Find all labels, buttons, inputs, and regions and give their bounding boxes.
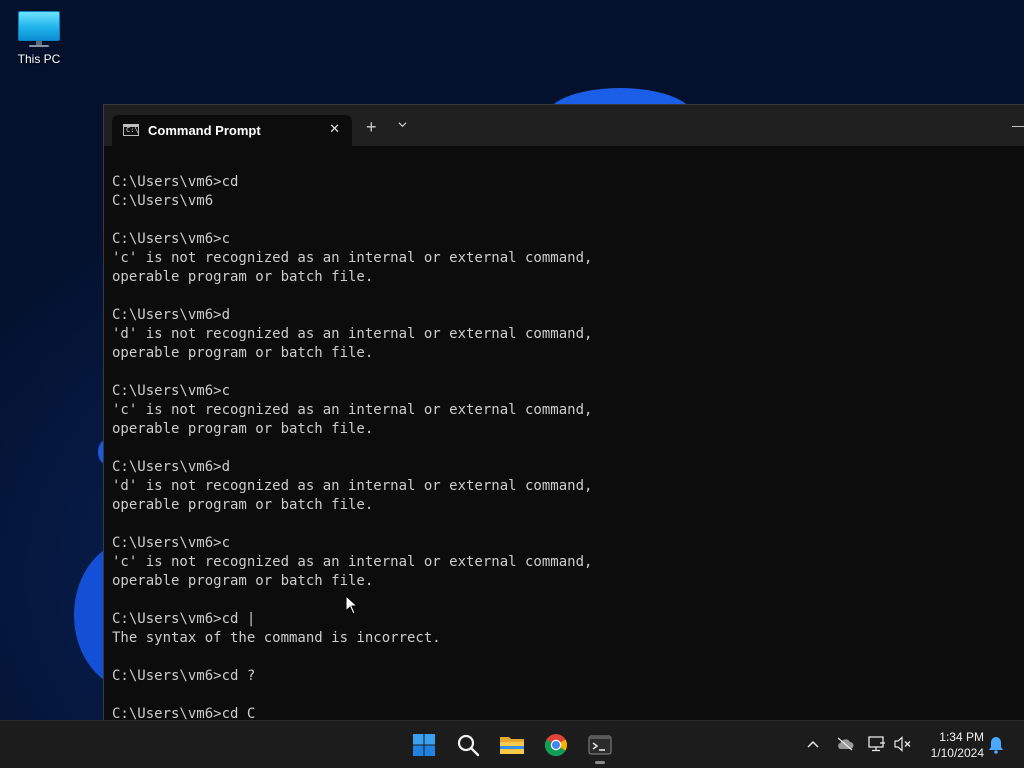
console-line: operable program or batch file. — [112, 421, 374, 437]
console-line: C:\Users\vm6>c — [112, 231, 231, 247]
console-line: The syntax of the command is incorrect. — [112, 630, 441, 646]
console-line: C:\Users\vm6>cd — [112, 174, 239, 190]
console-line: operable program or batch file. — [112, 269, 374, 285]
search-icon — [457, 734, 480, 757]
console-line: C:\Users\vm6>cd C — [112, 706, 256, 720]
network-icon[interactable] — [868, 736, 886, 752]
tab-command-prompt[interactable]: C:\ Command Prompt ✕ — [112, 115, 352, 146]
console-line: operable program or batch file. — [112, 573, 374, 589]
chrome-icon — [544, 734, 567, 757]
title-bar[interactable]: C:\ Command Prompt ✕ + — — [104, 105, 1024, 146]
clock[interactable]: 1:34 PM 1/10/2024 — [918, 729, 984, 761]
terminal-button[interactable] — [584, 729, 616, 761]
desktop-icon-label: This PC — [17, 52, 61, 66]
file-explorer-button[interactable] — [496, 729, 528, 761]
console-line: 'c' is not recognized as an internal or … — [112, 554, 593, 570]
console-line: C:\Users\vm6>c — [112, 383, 231, 399]
terminal-window: C:\ Command Prompt ✕ + — C:\Users\vm6>cd… — [103, 104, 1024, 720]
console-line: C:\Users\vm6>c — [112, 535, 231, 551]
close-tab-button[interactable]: ✕ — [329, 121, 340, 137]
console-line: 'c' is not recognized as an internal or … — [112, 250, 593, 266]
console-line: 'd' is not recognized as an internal or … — [112, 478, 593, 494]
new-tab-button[interactable]: + — [366, 118, 377, 136]
chrome-button[interactable] — [540, 729, 572, 761]
console-output[interactable]: C:\Users\vm6>cd C:\Users\vm6 C:\Users\vm6… — [112, 173, 1024, 720]
console-line: C:\Users\vm6>cd | — [112, 611, 256, 627]
clock-date: 1/10/2024 — [930, 746, 984, 760]
terminal-icon — [588, 735, 612, 755]
console-line: C:\Users\vm6 — [112, 193, 214, 209]
volume-muted-icon[interactable] — [894, 736, 912, 752]
clock-time: 1:34 PM — [939, 730, 984, 744]
active-app-indicator — [595, 761, 605, 764]
console-line: C:\Users\vm6>d — [112, 459, 231, 475]
console-line: C:\Users\vm6>d — [112, 307, 231, 323]
start-icon — [413, 734, 435, 756]
onedrive-icon[interactable] — [836, 737, 854, 751]
desktop-icon-this-pc[interactable]: This PC — [10, 8, 68, 66]
tab-title: Command Prompt — [148, 123, 261, 138]
notification-bell-icon[interactable] — [988, 736, 1004, 754]
cmd-icon: C:\ — [123, 124, 139, 136]
file-explorer-icon — [500, 737, 524, 754]
chevron-down-icon[interactable] — [398, 120, 407, 129]
search-button[interactable] — [452, 729, 484, 761]
console-line: 'c' is not recognized as an internal or … — [112, 402, 593, 418]
console-line: C:\Users\vm6>cd ? — [112, 668, 256, 684]
minimize-button[interactable]: — — [1012, 117, 1024, 133]
console-line: operable program or batch file. — [112, 345, 374, 361]
console-line: 'd' is not recognized as an internal or … — [112, 326, 593, 342]
start-button[interactable] — [408, 729, 440, 761]
taskbar: 1:34 PM 1/10/2024 — [0, 720, 1024, 768]
mouse-cursor-icon — [345, 595, 359, 615]
console-line: operable program or batch file. — [112, 497, 374, 513]
chevron-up-icon[interactable] — [806, 738, 820, 750]
monitor-icon — [18, 11, 60, 47]
